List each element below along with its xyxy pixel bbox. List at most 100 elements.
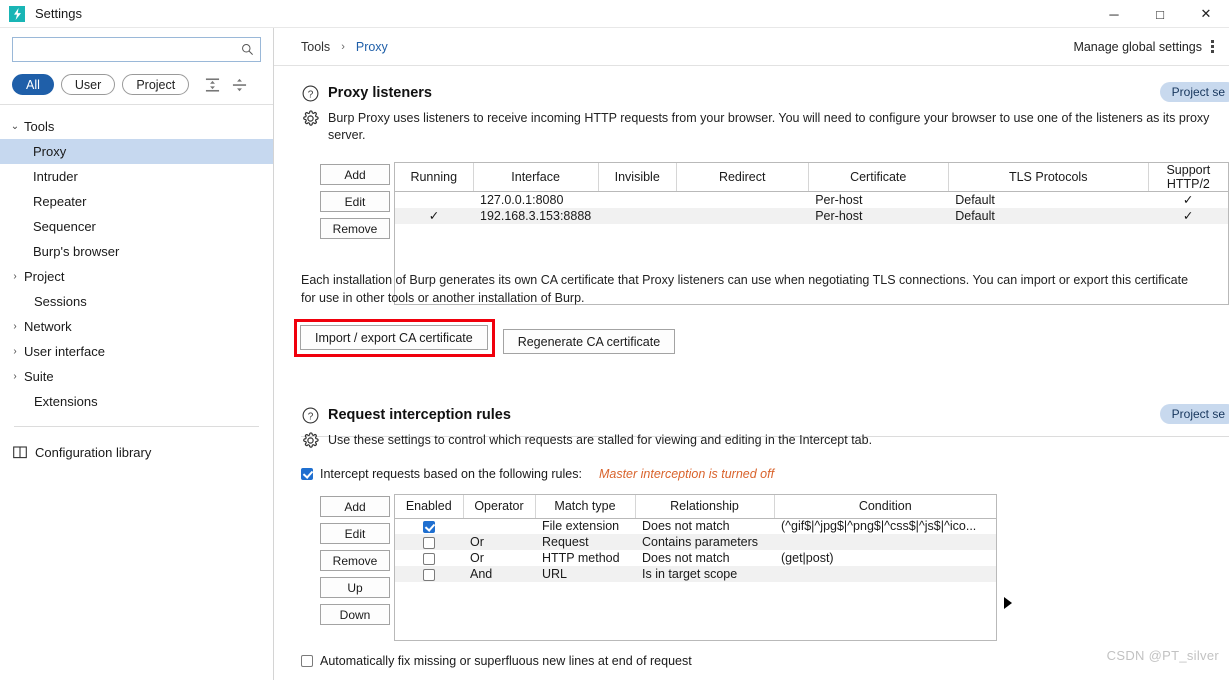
filter-pill-project[interactable]: Project (122, 74, 190, 95)
cell-enabled[interactable] (395, 534, 463, 550)
expand-all-icon[interactable] (232, 77, 247, 93)
import-export-ca-certificate-button[interactable]: Import / export CA certificate (300, 325, 488, 350)
sidebar-item-project[interactable]: › Project (0, 264, 273, 289)
table-row[interactable]: File extension Does not match (^gif$|^jp… (395, 518, 996, 534)
add-rule-button[interactable]: Add (320, 496, 390, 517)
sidebar-item-label: User interface (24, 344, 105, 359)
intercept-requests-label: Intercept requests based on the followin… (320, 467, 582, 481)
column-relationship[interactable]: Relationship (635, 495, 775, 519)
collapse-all-icon[interactable] (205, 77, 220, 93)
table-row[interactable]: Or HTTP method Does not match (get|post) (395, 550, 996, 566)
edit-listener-button[interactable]: Edit (320, 191, 390, 212)
sidebar-item-sequencer[interactable]: Sequencer (0, 214, 273, 239)
sidebar-item-user-interface[interactable]: › User interface (0, 339, 273, 364)
column-tls[interactable]: TLS Protocols (948, 163, 1149, 192)
table-header-row: Running Interface Invisible Redirect Cer… (395, 163, 1228, 192)
table-row[interactable]: Or Request Contains parameters (395, 534, 996, 550)
intercept-requests-checkbox[interactable] (301, 468, 313, 480)
cell-match-type: File extension (542, 519, 620, 534)
auto-fix-newlines-row: Automatically fix missing or superfluous… (274, 654, 1229, 668)
cell-invisible (598, 192, 676, 208)
sidebar-item-label: Suite (24, 369, 54, 384)
table-row[interactable]: 127.0.0.1:8080 Per-host Default ✓ (395, 192, 1228, 208)
breadcrumb: Tools › Proxy Manage global settings (274, 28, 1229, 66)
search-box[interactable] (12, 37, 261, 62)
table-row[interactable]: And URL Is in target scope (395, 566, 996, 582)
chevron-right-icon[interactable]: › (6, 271, 24, 282)
cell-interface: 127.0.0.1:8080 (480, 192, 564, 207)
edit-rule-button[interactable]: Edit (320, 523, 390, 544)
cell-match-type: Request (542, 535, 589, 549)
chevron-right-icon[interactable]: › (6, 346, 24, 357)
column-interface[interactable]: Interface (473, 163, 599, 192)
proxy-listeners-header: ? Proxy listeners Project se (274, 82, 1229, 102)
auto-fix-newlines-checkbox[interactable] (301, 655, 313, 667)
remove-rule-button[interactable]: Remove (320, 550, 390, 571)
rule-enabled-checkbox[interactable] (423, 520, 435, 533)
cell-relationship: Contains parameters (642, 535, 759, 549)
cell-enabled[interactable] (395, 518, 463, 534)
remove-listener-button[interactable]: Remove (320, 218, 390, 239)
column-http2[interactable]: Support HTTP/2 (1148, 163, 1228, 192)
interception-rules-table[interactable]: Enabled Operator Match type Relationship… (394, 494, 997, 641)
sidebar-item-suite[interactable]: › Suite (0, 364, 273, 389)
column-certificate[interactable]: Certificate (808, 163, 949, 192)
move-rule-up-button[interactable]: Up (320, 577, 390, 598)
column-condition[interactable]: Condition (774, 495, 996, 519)
gear-icon[interactable] (301, 109, 319, 127)
sidebar-item-repeater[interactable]: Repeater (0, 189, 273, 214)
search-input[interactable] (19, 42, 241, 57)
rule-enabled-checkbox[interactable] (423, 552, 435, 565)
sidebar-item-configuration-library[interactable]: Configuration library (0, 438, 273, 466)
table-row[interactable]: ✓ 192.168.3.153:8888 Per-host Default ✓ (395, 207, 1228, 224)
regenerate-ca-certificate-button[interactable]: Regenerate CA certificate (502, 329, 676, 354)
cell-enabled[interactable] (395, 550, 463, 566)
window-title: Settings (35, 6, 82, 21)
sidebar-item-burps-browser[interactable]: Burp's browser (0, 239, 273, 264)
chevron-right-icon[interactable]: › (6, 321, 24, 332)
book-icon (12, 445, 27, 459)
chevron-down-icon[interactable]: ⌄ (6, 121, 24, 132)
column-enabled[interactable]: Enabled (395, 495, 464, 519)
question-circle-icon[interactable]: ? (301, 406, 319, 424)
chevron-right-icon[interactable]: › (6, 371, 24, 382)
cell-relationship: Is in target scope (642, 567, 738, 581)
expand-right-triangle-icon[interactable] (1004, 596, 1012, 609)
sidebar-item-extensions[interactable]: Extensions (0, 389, 273, 414)
sidebar-item-network[interactable]: › Network (0, 314, 273, 339)
sidebar-item-label: Configuration library (35, 444, 152, 460)
settings-content: ? Proxy listeners Project se Burp Proxy … (274, 66, 1229, 680)
minimize-button[interactable]: ─ (1091, 0, 1137, 28)
column-running[interactable]: Running (395, 163, 474, 192)
sidebar-item-intruder[interactable]: Intruder (0, 164, 273, 189)
column-operator[interactable]: Operator (463, 495, 536, 519)
manage-global-settings-link[interactable]: Manage global settings (1073, 40, 1202, 54)
column-invisible[interactable]: Invisible (598, 163, 677, 192)
column-match-type[interactable]: Match type (535, 495, 636, 519)
question-circle-icon[interactable]: ? (301, 84, 319, 102)
breadcrumb-root[interactable]: Tools (301, 40, 330, 54)
filter-pill-all[interactable]: All (12, 74, 54, 95)
add-listener-button[interactable]: Add (320, 164, 390, 185)
rule-enabled-checkbox[interactable] (423, 536, 435, 549)
close-button[interactable]: ✕ (1183, 0, 1229, 28)
cell-enabled[interactable] (395, 566, 463, 582)
status-badge: Project se (1159, 404, 1229, 424)
filter-pill-user[interactable]: User (60, 74, 116, 95)
sidebar-item-sessions[interactable]: Sessions (0, 289, 273, 314)
maximize-button[interactable]: □ (1137, 0, 1183, 28)
sidebar-item-tools[interactable]: ⌄ Tools (0, 114, 273, 139)
rule-enabled-checkbox[interactable] (423, 568, 435, 581)
cell-condition: (^gif$|^jpg$|^png$|^css$|^js$|^ico... (781, 519, 977, 534)
sidebar-item-label: Network (24, 319, 72, 334)
kebab-menu-icon[interactable] (1211, 40, 1215, 53)
gear-icon[interactable] (301, 431, 319, 449)
sidebar-item-label: Sequencer (33, 219, 96, 234)
sidebar-item-proxy[interactable]: Proxy (0, 139, 273, 164)
sidebar-item-label: Proxy (33, 144, 67, 159)
watermark: CSDN @PT_silver (1106, 648, 1219, 663)
breadcrumb-current[interactable]: Proxy (356, 40, 388, 54)
move-rule-down-button[interactable]: Down (320, 604, 390, 625)
column-redirect[interactable]: Redirect (676, 163, 809, 192)
sidebar-item-label: Tools (24, 119, 55, 134)
